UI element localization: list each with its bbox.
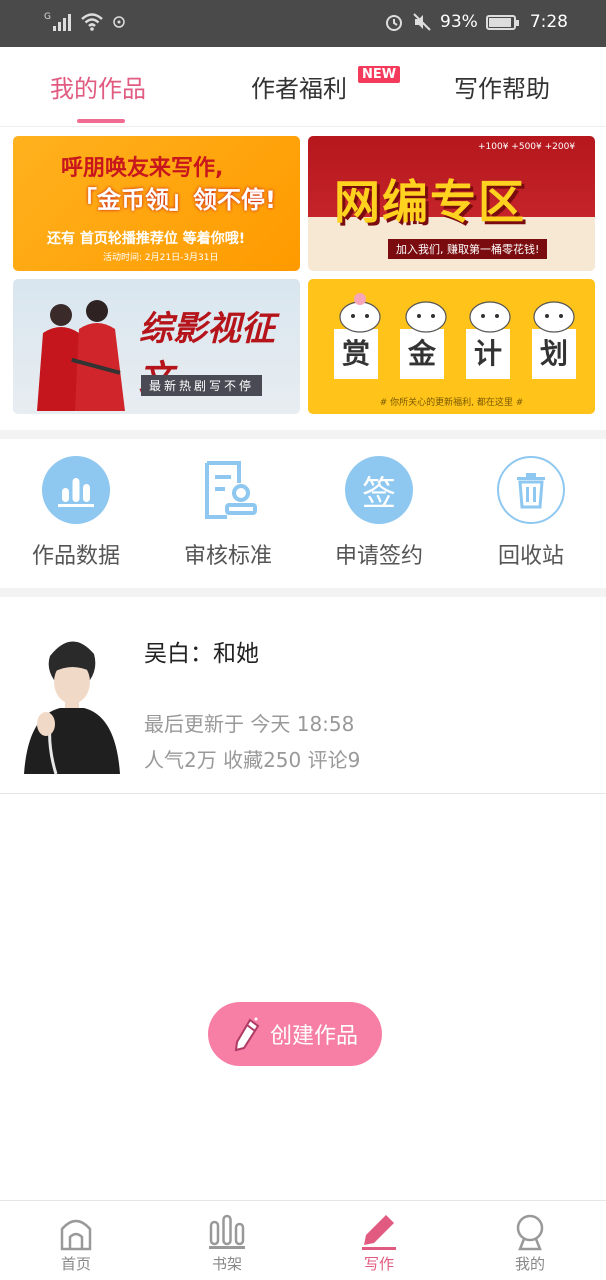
profile-icon: [480, 1211, 580, 1253]
top-tabs: 我的作品 作者福利 NEW 写作帮助: [0, 47, 606, 127]
home-icon: [26, 1211, 126, 1253]
costume-figures-illustration: [37, 300, 125, 411]
work-updated-time: 最后更新于 今天 18:58: [144, 712, 355, 736]
tab-active-indicator: [77, 119, 125, 123]
tab-my-works[interactable]: 我的作品: [50, 69, 146, 104]
review-document-icon: [194, 456, 262, 524]
alarm-icon: [386, 15, 403, 31]
cat-faces-illustration: [339, 293, 575, 333]
bottom-nav: 首页 书架 写作 我的: [0, 1200, 606, 1280]
battery-percent: 93%: [440, 12, 478, 32]
status-bar: G 93% 7:28: [0, 0, 606, 47]
banner-bounty-plan[interactable]: 赏 金 计 划 # 你所关心的更新福利, 都在这里 #: [308, 279, 595, 414]
nav-bookshelf[interactable]: 书架: [177, 1211, 277, 1274]
section-divider: [0, 430, 606, 439]
banner-tv-drama-contest[interactable]: 综影视征文 最新热剧写不停: [13, 279, 300, 414]
create-work-label: 创建作品: [269, 1024, 358, 1049]
wifi-icon: [81, 13, 103, 31]
new-badge: NEW: [358, 66, 401, 83]
bookshelf-icon: [177, 1211, 277, 1253]
pen-icon: [234, 1017, 260, 1052]
quick-action-recycle-bin[interactable]: 回收站: [461, 456, 601, 570]
bar-chart-icon: [42, 456, 110, 524]
battery-icon: [485, 14, 519, 30]
tab-writing-help[interactable]: 写作帮助: [454, 69, 550, 104]
work-cover-image: [20, 628, 122, 774]
quick-action-work-data[interactable]: 作品数据: [6, 456, 146, 570]
work-stats: 人气2万 收藏250 评论9: [144, 748, 361, 772]
banner-invite-friends[interactable]: 呼朋唤友来写作, 「金币领」领不停! 还有 首页轮播推荐位 等着你哦! 活动时间…: [13, 136, 300, 271]
work-title: 吴白：和她: [144, 641, 259, 667]
pen-icon: [329, 1211, 429, 1253]
create-work-button[interactable]: 创建作品: [208, 1002, 382, 1066]
work-list-item[interactable]: 吴白：和她 最后更新于 今天 18:58 人气2万 收藏250 评论9: [0, 598, 606, 794]
nav-profile[interactable]: 我的: [480, 1211, 580, 1274]
quick-actions: 作品数据 审核标准 签 申请签约 回收站: [0, 440, 606, 588]
tab-author-benefits[interactable]: 作者福利: [251, 69, 347, 104]
trash-icon: [497, 456, 565, 524]
quick-action-apply-contract[interactable]: 签 申请签约: [309, 456, 449, 570]
quick-action-review-standards[interactable]: 审核标准: [158, 456, 298, 570]
nav-write[interactable]: 写作: [329, 1211, 429, 1274]
section-divider: [0, 588, 606, 597]
sign-icon: 签: [345, 456, 413, 524]
notification-icon: [113, 16, 125, 28]
clock: 7:28: [529, 12, 568, 32]
banner-editor-zone[interactable]: +100¥ +500¥ +200¥ 网编专区 加入我们, 赚取第一桶零花钱!: [308, 136, 595, 271]
nav-home[interactable]: 首页: [26, 1211, 126, 1274]
mute-icon: [413, 13, 431, 31]
signal-icon: G: [44, 13, 71, 31]
